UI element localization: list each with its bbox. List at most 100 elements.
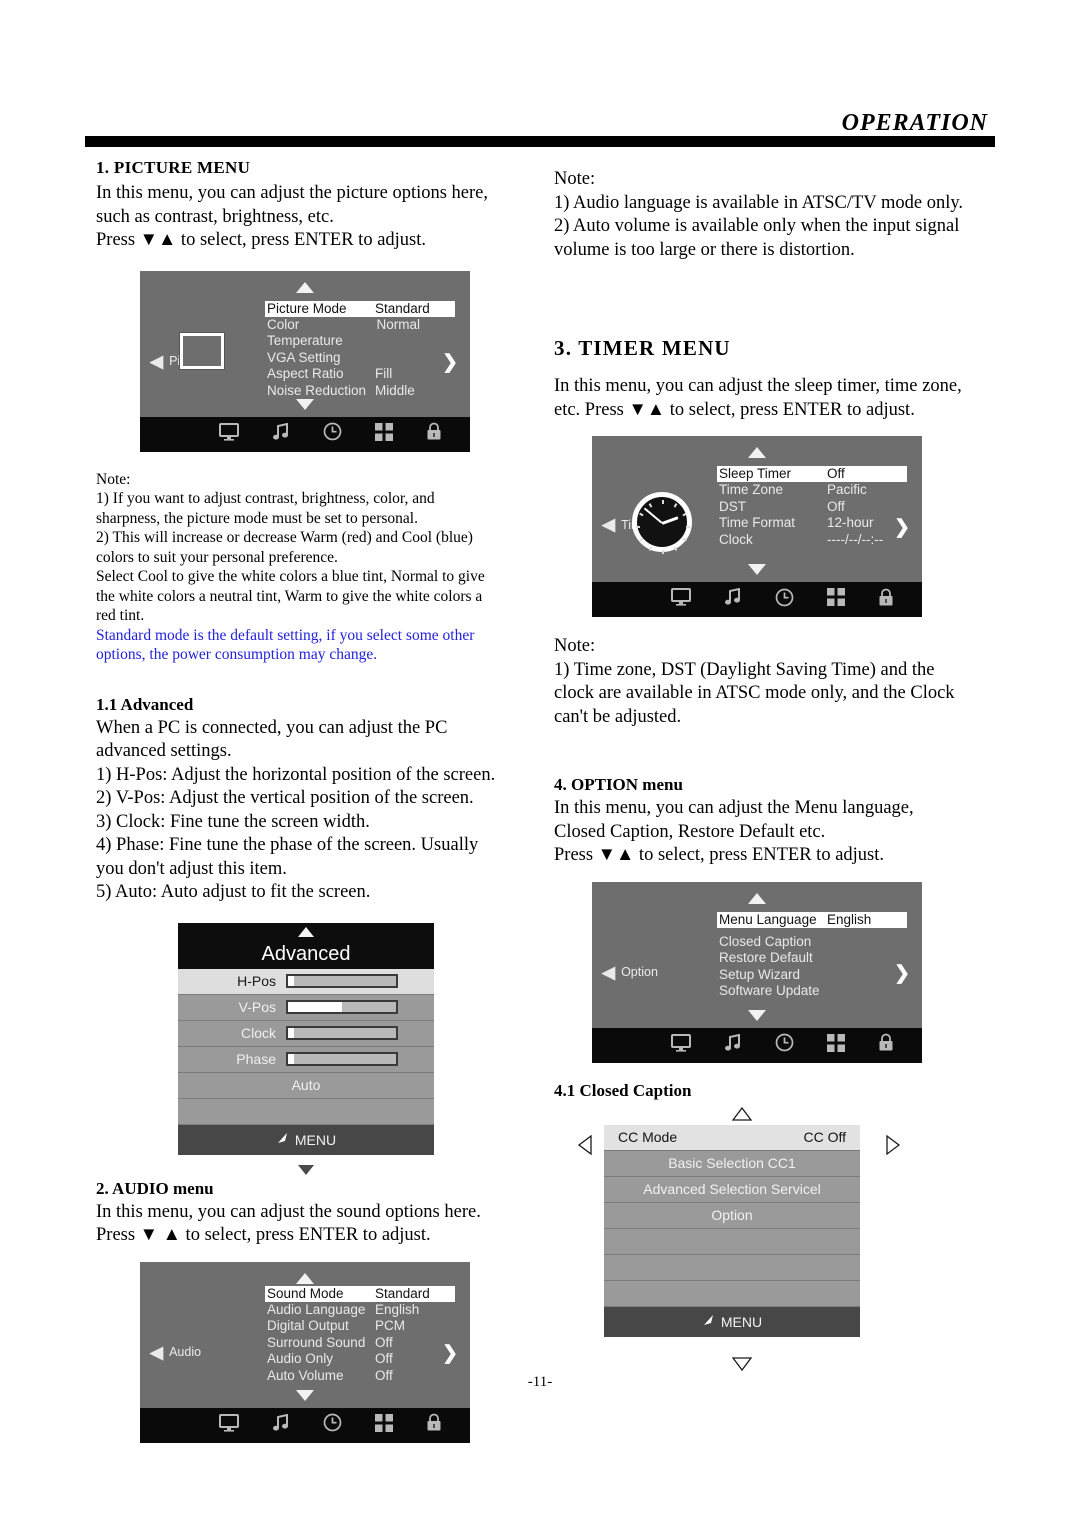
osd-row-aspect-ratio[interactable]: Aspect Ratio Fill [265, 366, 455, 382]
menu-return-icon [702, 1314, 715, 1330]
audio-osd-rows: Sound Mode Standard Audio Language Engli… [265, 1285, 455, 1384]
option-osd-panel[interactable]: ◀ Option ❯ Menu Language English Closed … [592, 881, 922, 1063]
clock-icon[interactable] [323, 1413, 342, 1437]
chevron-left-icon[interactable]: ◀ [602, 516, 615, 533]
audio-note: Note: 1) Audio language is available in … [554, 168, 1004, 262]
timer-osd-panel[interactable]: ◀ Time ❯ [592, 436, 922, 617]
scroll-down-arrow-icon[interactable] [298, 1164, 314, 1175]
osd-row-dst[interactable]: DST Off [717, 499, 907, 515]
grid-icon[interactable] [826, 588, 845, 611]
advanced-row-phase[interactable]: Phase [178, 1046, 434, 1073]
phase-slider[interactable] [286, 1052, 398, 1066]
advanced-row-label: Clock [240, 1025, 276, 1041]
scroll-down-arrow-icon[interactable] [748, 564, 766, 575]
clock-slider[interactable] [286, 1026, 398, 1040]
cc-row-advanced-selection[interactable]: Advanced Selection Servicel [604, 1176, 860, 1203]
timer-body-line-2: etc. Press ▼▲ to select, press ENTER to … [554, 399, 915, 420]
grid-icon[interactable] [374, 422, 393, 446]
osd-row-sound-mode[interactable]: Sound Mode Standard [265, 1285, 455, 1302]
osd-row-value [827, 934, 905, 950]
scroll-up-arrow-icon[interactable] [298, 926, 314, 937]
scroll-up-arrow-icon[interactable] [748, 892, 766, 904]
osd-row-time-zone[interactable]: Time Zone Pacific [717, 482, 907, 498]
advanced-row-h-pos[interactable]: H-Pos [178, 968, 434, 995]
chevron-left-icon[interactable]: ◀ [150, 353, 163, 370]
music-note-icon[interactable] [724, 587, 742, 611]
cc-row-basic-selection[interactable]: Basic Selection CC1 [604, 1150, 860, 1177]
audio-body-line-1: In this menu, you can adjust the sound o… [96, 1201, 481, 1222]
picture-note-line-6: the white colors a neutral tint, Warm to… [96, 587, 483, 605]
osd-row-time-format[interactable]: Time Format 12-hour [717, 515, 907, 531]
scroll-up-arrow-icon[interactable] [296, 1272, 314, 1284]
monitor-icon[interactable] [218, 422, 239, 446]
osd-row-audio-language[interactable]: Audio Language English [265, 1302, 455, 1318]
advanced-row-clock[interactable]: Clock [178, 1020, 434, 1047]
music-note-icon[interactable] [724, 1033, 742, 1057]
osd-row-label: Surround Sound [267, 1334, 366, 1350]
scroll-down-arrow-icon[interactable] [748, 1009, 766, 1021]
scroll-up-arrow-icon[interactable] [296, 281, 314, 293]
osd-row-picture-mode[interactable]: Picture Mode Standard [265, 300, 455, 317]
scroll-up-arrow-icon[interactable] [748, 447, 766, 458]
advanced-menu-bar[interactable]: MENU [178, 1124, 434, 1155]
grid-icon[interactable] [826, 1033, 845, 1057]
cc-row-cc-mode[interactable]: CC Mode CC Off [604, 1124, 860, 1151]
osd-row-vga-setting[interactable]: VGA Setting [265, 350, 455, 366]
option-menu-body: In this menu, you can adjust the Menu la… [554, 797, 1004, 868]
cc-menu-label: MENU [720, 1313, 763, 1330]
picture-note-line-3: 2) This will increase or decrease Warm (… [96, 529, 473, 546]
picture-osd-panel[interactable]: ◀ Picture ❯ Picture Mode Standard Color … [140, 270, 470, 452]
osd-row-menu-language[interactable]: Menu Language English [717, 911, 907, 928]
clock-icon[interactable] [323, 422, 342, 446]
osd-row-label: Time Zone [719, 482, 784, 498]
audio-body-line-2: Press ▼ ▲ to select, press ENTER to adju… [96, 1225, 431, 1245]
option-osd-left-label-text: Option [621, 965, 658, 979]
osd-icon-bar [140, 1407, 470, 1443]
advanced-row-v-pos[interactable]: V-Pos [178, 994, 434, 1021]
cc-row-label: Option [711, 1207, 753, 1223]
monitor-icon[interactable] [218, 1413, 239, 1437]
closed-caption-osd-panel[interactable]: CC Mode CC Off Basic Selection CC1 Advan… [577, 1106, 901, 1371]
header-rule [85, 136, 995, 147]
clock-icon[interactable] [775, 588, 794, 612]
monitor-icon[interactable] [670, 588, 691, 611]
osd-row-value: Standard [375, 300, 430, 316]
scroll-down-arrow-icon[interactable] [296, 398, 314, 410]
manual-page: OPERATION 1. PICTURE MENU In this menu, … [0, 0, 1080, 1513]
lock-icon[interactable] [426, 422, 442, 446]
clock-icon[interactable] [775, 1033, 794, 1057]
advanced-row-auto[interactable]: Auto [178, 1072, 434, 1099]
page-header-title: OPERATION [841, 110, 988, 136]
chevron-left-icon[interactable]: ◀ [602, 964, 615, 981]
advanced-osd-panel[interactable]: Advanced H-Pos V-Pos Clock Phase Auto ME… [178, 922, 434, 1175]
osd-row-surround-sound[interactable]: Surround Sound Off [265, 1335, 455, 1351]
lock-icon[interactable] [426, 1413, 442, 1437]
osd-row-clock[interactable]: Clock ----/--/--:-- [717, 532, 907, 548]
audio-osd-panel[interactable]: ◀ Audio ❯ Sound Mode Standard Audio Lang… [140, 1261, 470, 1443]
osd-row-value: PCM [375, 1318, 405, 1334]
monitor-icon[interactable] [670, 1033, 691, 1057]
osd-row-closed-caption[interactable]: Closed Caption [717, 934, 907, 950]
osd-row-software-update[interactable]: Software Update [717, 983, 907, 999]
picture-body-line-3: Press ▼▲ to select, press ENTER to adjus… [96, 230, 427, 250]
grid-icon[interactable] [374, 1413, 393, 1437]
osd-row-digital-output[interactable]: Digital Output PCM [265, 1318, 455, 1334]
lock-icon[interactable] [878, 1033, 894, 1057]
osd-row-setup-wizard[interactable]: Setup Wizard [717, 967, 907, 983]
osd-row-value [827, 983, 905, 999]
osd-row-sleep-timer[interactable]: Sleep Timer Off [717, 466, 907, 483]
cc-menu-bar[interactable]: MENU [604, 1306, 860, 1337]
cc-row-option[interactable]: Option [604, 1202, 860, 1229]
chevron-left-icon[interactable]: ◀ [150, 1344, 163, 1361]
osd-row-noise-reduction[interactable]: Noise Reduction Middle [265, 383, 455, 399]
h-pos-slider[interactable] [286, 974, 398, 988]
lock-icon[interactable] [878, 588, 894, 612]
osd-row-value: Off [375, 1334, 393, 1350]
music-note-icon[interactable] [272, 422, 290, 446]
osd-row-color-temperature[interactable]: Color Temperature Normal [265, 317, 455, 350]
osd-row-restore-default[interactable]: Restore Default [717, 950, 907, 966]
scroll-down-arrow-icon[interactable] [296, 1389, 314, 1401]
osd-row-audio-only[interactable]: Audio Only Off [265, 1351, 455, 1367]
music-note-icon[interactable] [272, 1413, 290, 1437]
v-pos-slider[interactable] [286, 1000, 398, 1014]
